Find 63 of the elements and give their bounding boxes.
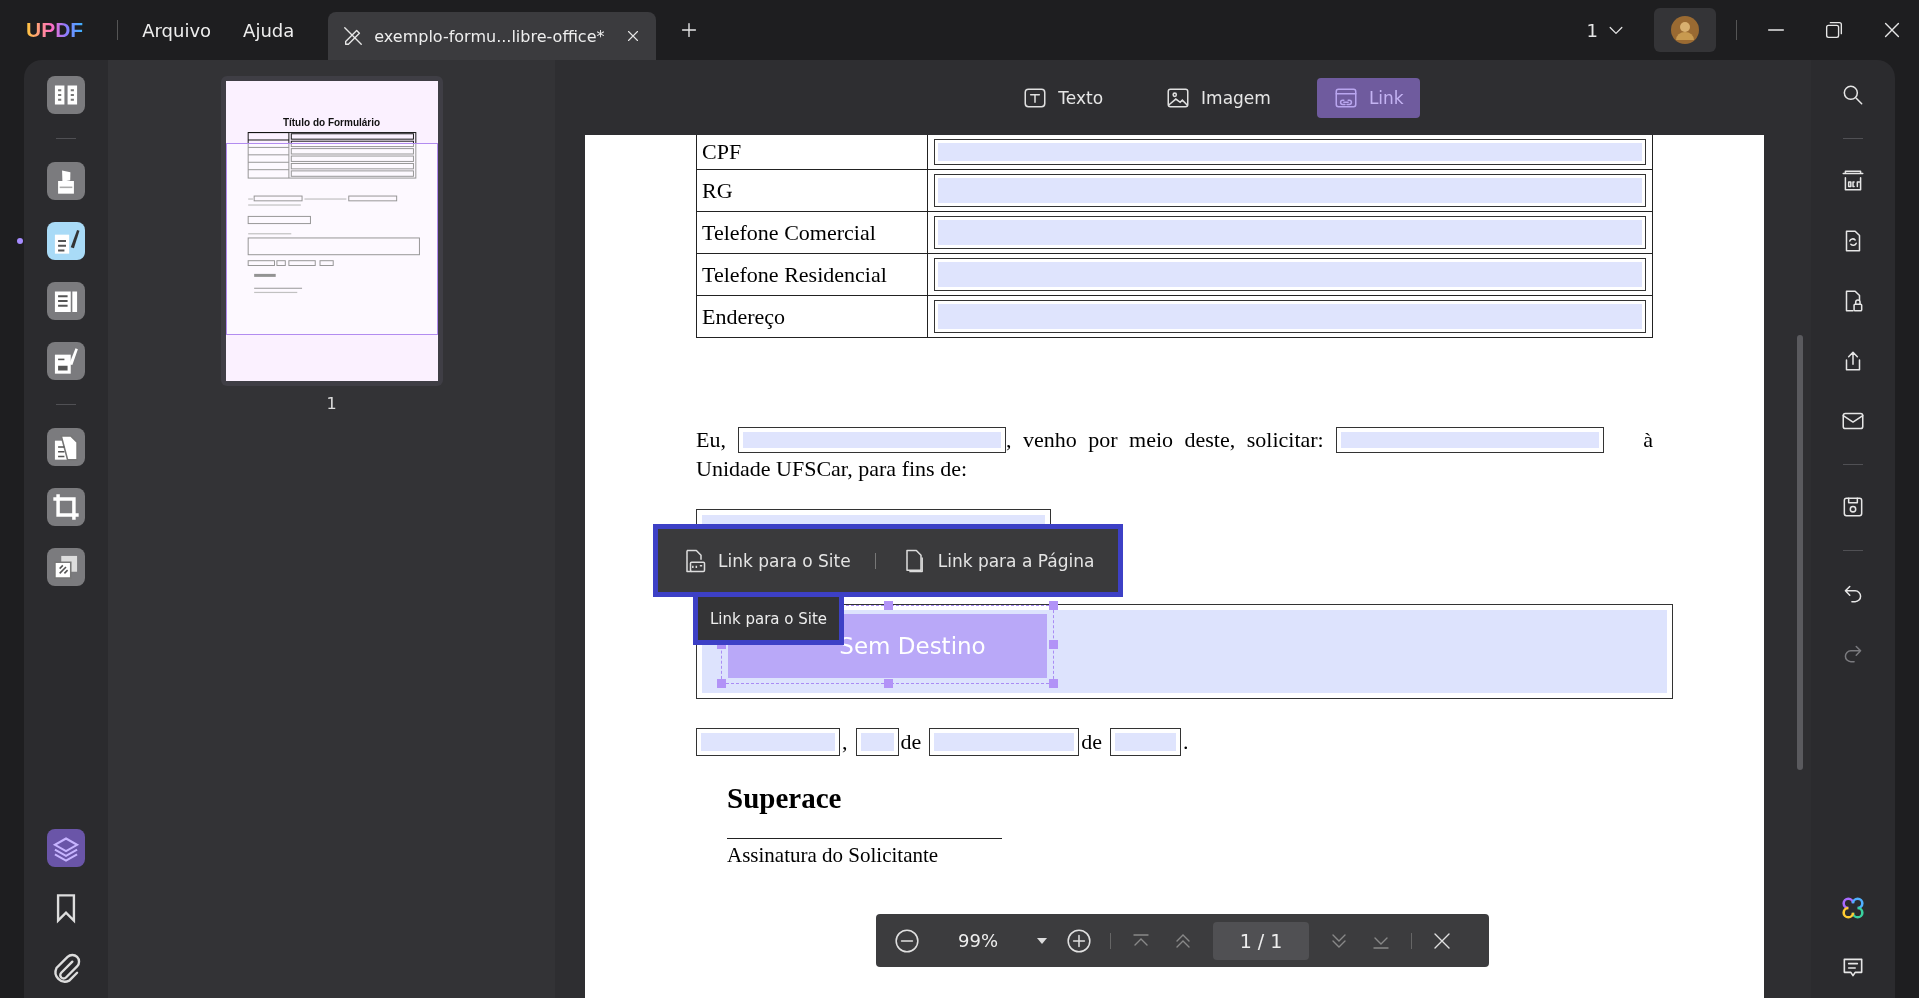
table-cell: CPF bbox=[697, 135, 928, 169]
body-text: , venho por meio deste, solicitar: bbox=[1005, 426, 1324, 454]
page-count-dropdown[interactable]: 1 bbox=[1586, 19, 1626, 41]
pen-document-icon[interactable] bbox=[47, 222, 85, 260]
input-field[interactable] bbox=[737, 426, 1006, 453]
flower-icon[interactable] bbox=[1839, 894, 1867, 922]
resize-handle[interactable] bbox=[884, 601, 893, 610]
zoom-out-icon[interactable] bbox=[894, 927, 920, 954]
input-field[interactable] bbox=[1335, 426, 1604, 453]
stacked-pages-icon[interactable] bbox=[47, 548, 85, 586]
input-field[interactable] bbox=[934, 174, 1646, 207]
body-text: Eu, bbox=[696, 426, 726, 454]
restore-icon[interactable] bbox=[1823, 19, 1845, 41]
menu-option[interactable]: Link para a Página bbox=[899, 546, 1095, 575]
toolbar-button[interactable]: Texto bbox=[1006, 77, 1120, 118]
input-field[interactable] bbox=[696, 728, 840, 756]
body-text: Unidade UFSCar, para fins de: bbox=[696, 455, 967, 483]
input-field[interactable] bbox=[929, 728, 1080, 756]
input-field[interactable] bbox=[934, 258, 1646, 291]
zoom-in-icon[interactable] bbox=[1066, 927, 1092, 954]
document-tab[interactable]: exemplo-formu...libre-office* bbox=[328, 12, 657, 60]
table-cell: Telefone Residencial bbox=[697, 254, 928, 295]
resize-handle[interactable] bbox=[1049, 679, 1058, 688]
book-icon[interactable] bbox=[47, 76, 85, 114]
tooltip: Link para o Site bbox=[693, 597, 845, 645]
signature-label: Assinatura do Solicitante bbox=[727, 843, 940, 868]
input-field[interactable] bbox=[934, 216, 1646, 249]
body-text: de bbox=[900, 729, 922, 755]
table-cell: RG bbox=[697, 170, 928, 211]
resize-handle[interactable] bbox=[1049, 601, 1058, 610]
zoom-level[interactable]: 99% bbox=[938, 930, 1018, 951]
input-field[interactable] bbox=[934, 139, 1646, 165]
list-document-icon[interactable] bbox=[47, 282, 85, 320]
input-field[interactable] bbox=[855, 728, 899, 756]
crop-icon[interactable] bbox=[47, 488, 85, 526]
body-text: de bbox=[1081, 729, 1103, 755]
highlighter-icon[interactable] bbox=[47, 162, 85, 200]
menu-item[interactable]: Arquivo bbox=[142, 19, 212, 41]
toolbar-button[interactable]: Imagem bbox=[1149, 77, 1287, 118]
menu-option[interactable]: Link para o Site bbox=[680, 546, 851, 575]
table-cell: Endereço bbox=[697, 296, 928, 337]
thumbnail-title: Título do Formulário bbox=[282, 117, 381, 128]
layers-icon[interactable] bbox=[47, 829, 85, 867]
documents-icon[interactable] bbox=[47, 428, 85, 466]
body-text: à bbox=[1643, 426, 1653, 454]
menu-item[interactable]: Ajuda bbox=[243, 19, 295, 41]
scrollbar[interactable] bbox=[1797, 335, 1803, 770]
body-text: , bbox=[842, 729, 848, 755]
resize-handle[interactable] bbox=[884, 679, 893, 688]
body-text: . bbox=[1183, 729, 1189, 755]
input-field[interactable] bbox=[1110, 728, 1182, 756]
table-cell: Telefone Comercial bbox=[697, 212, 928, 253]
resize-handle[interactable] bbox=[717, 679, 726, 688]
signature-document-icon[interactable] bbox=[47, 342, 85, 380]
avatar[interactable] bbox=[1670, 15, 1700, 45]
page-field[interactable]: 1 / 1 bbox=[1213, 921, 1309, 960]
pen-slash-icon bbox=[342, 25, 365, 47]
selection-dot bbox=[17, 238, 23, 244]
input-field[interactable] bbox=[934, 300, 1646, 333]
page-number: 1 bbox=[326, 394, 337, 413]
page-thumbnail[interactable]: Título do Formulário bbox=[225, 81, 438, 381]
resize-handle[interactable] bbox=[1049, 640, 1058, 649]
company-name: Superace bbox=[727, 781, 843, 816]
